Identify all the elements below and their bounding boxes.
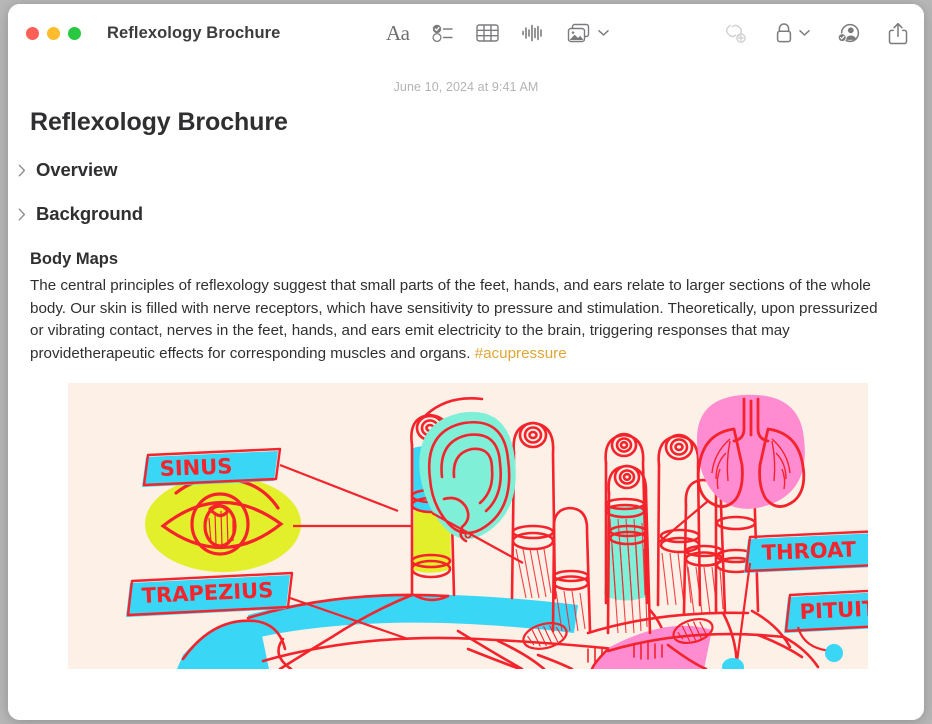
collaborate-button[interactable]: [836, 22, 862, 44]
share-button[interactable]: [888, 22, 908, 45]
toolbar-right-group: [722, 4, 908, 62]
audio-button[interactable]: [521, 23, 545, 43]
hashtag-acupressure[interactable]: #acupressure: [475, 345, 567, 362]
chevron-down-icon: [597, 29, 609, 37]
notes-window: Reflexology Brochure Aa June 10, 2024 at…: [8, 4, 924, 720]
lock-button[interactable]: [774, 22, 810, 44]
note-title: Reflexology Brochure: [30, 108, 288, 136]
checklist-button[interactable]: [431, 23, 454, 43]
table-button[interactable]: [475, 23, 499, 43]
pituitary-point: [825, 644, 843, 662]
zoom-button[interactable]: [68, 26, 81, 40]
lock-icon: [774, 22, 794, 44]
section-overview-label: Overview: [36, 159, 118, 180]
window-toolbar: Reflexology Brochure Aa: [8, 4, 924, 62]
chevron-right-icon[interactable]: [16, 208, 28, 221]
section-background[interactable]: Background: [16, 203, 924, 225]
label-pituitary-text: PITUITARY: [799, 594, 868, 624]
chevron-right-icon[interactable]: [16, 164, 28, 177]
link-add-icon: [722, 22, 748, 44]
traffic-lights: [26, 26, 81, 40]
section-overview[interactable]: Overview: [16, 159, 924, 181]
note-content[interactable]: June 10, 2024 at 9:41 AM Reflexology Bro…: [8, 62, 924, 720]
reflexology-hands-drawing: SINUS TRAPEZIUS THROAT PITUITARY: [68, 383, 868, 669]
body-maps-paragraph: The central principles of reflexology su…: [30, 275, 882, 365]
media-button[interactable]: [567, 23, 609, 44]
chevron-down-icon: [799, 29, 810, 37]
checklist-icon: [431, 23, 454, 43]
photos-icon: [567, 23, 593, 44]
person-check-icon: [836, 22, 862, 44]
body-maps-heading: Body Maps: [30, 250, 119, 268]
format-button[interactable]: Aa: [386, 20, 410, 45]
label-throat-text: THROAT: [761, 537, 857, 565]
label-sinus-text: SINUS: [159, 454, 233, 481]
window-title: Reflexology Brochure: [107, 23, 281, 42]
toolbar-center-group: Aa: [386, 4, 609, 62]
share-icon: [888, 22, 908, 45]
link-button[interactable]: [722, 22, 748, 44]
waveform-icon: [521, 23, 545, 43]
section-background-label: Background: [36, 203, 143, 224]
minimize-button[interactable]: [47, 26, 60, 40]
format-icon: Aa: [386, 20, 410, 45]
paragraph-text: The central principles of reflexology su…: [30, 277, 878, 362]
table-icon: [475, 23, 499, 43]
close-button[interactable]: [26, 26, 39, 40]
reflexology-illustration[interactable]: SINUS TRAPEZIUS THROAT PITUITARY: [68, 383, 868, 669]
note-date: June 10, 2024 at 9:41 AM: [393, 80, 539, 94]
